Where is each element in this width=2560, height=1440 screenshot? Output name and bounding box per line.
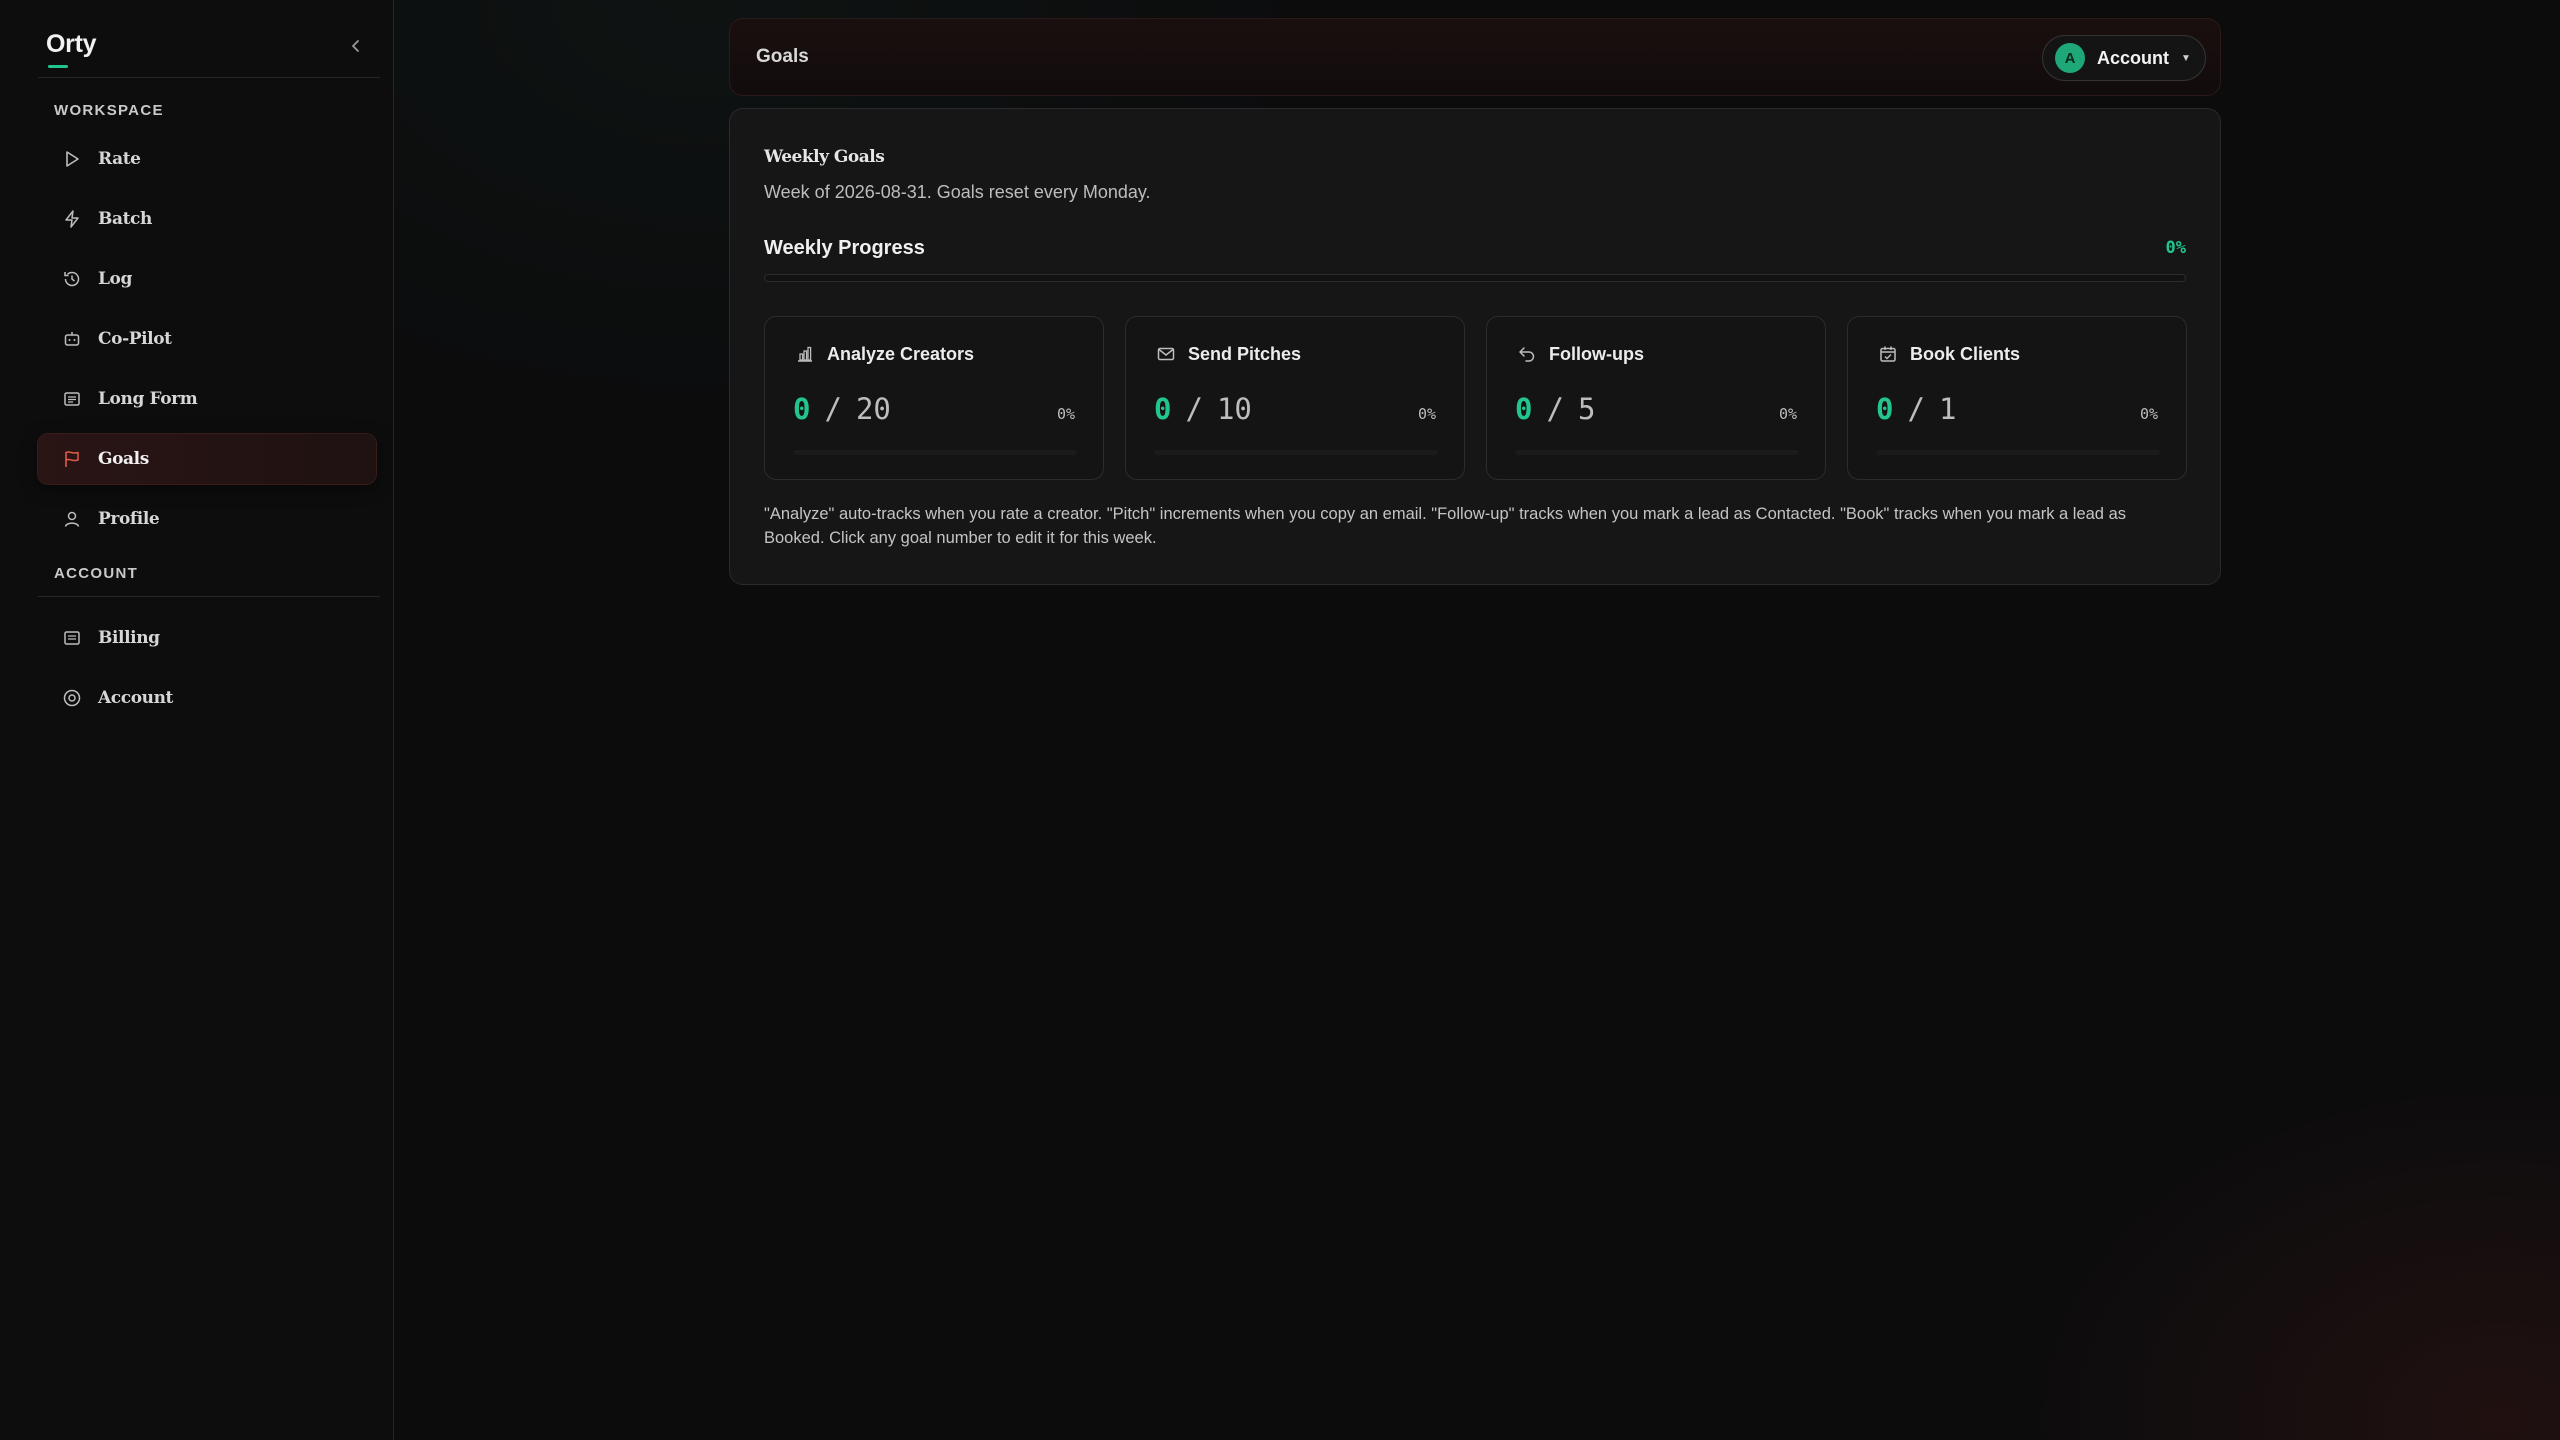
mail-icon xyxy=(1154,342,1178,366)
goal-target[interactable]: 5 xyxy=(1578,392,1595,426)
sidebar-item-label: Billing xyxy=(98,628,160,648)
goal-count: 0 / 10 xyxy=(1154,392,1252,426)
goal-current[interactable]: 0 xyxy=(1515,392,1532,426)
top-header: Goals A Account ▼ xyxy=(729,18,2221,96)
sidebar: Orty WORKSPACE Rate Batch Log Co-Pilot L… xyxy=(0,0,394,1440)
goal-progress-bar xyxy=(1154,450,1438,455)
sidebar-item-long-form[interactable]: Long Form xyxy=(38,374,376,424)
goal-progress-bar xyxy=(793,450,1077,455)
goal-card-send-pitches[interactable]: Send Pitches 0 / 10 0% xyxy=(1125,316,1465,480)
avatar: A xyxy=(2055,43,2085,73)
goal-header: Follow-ups xyxy=(1515,342,1644,366)
sidebar-item-label: Batch xyxy=(98,209,152,229)
goal-count: 0 / 1 xyxy=(1876,392,1956,426)
goal-card-analyze-creators[interactable]: Analyze Creators 0 / 20 0% xyxy=(764,316,1104,480)
weekly-progress-bar xyxy=(764,274,2186,282)
goal-percent: 0% xyxy=(1778,405,1797,423)
sidebar-item-label: Long Form xyxy=(98,389,198,409)
sidebar-divider xyxy=(38,596,380,597)
weekly-progress-percent: 0% xyxy=(2165,238,2186,258)
weekly-progress-title: Weekly Progress xyxy=(764,237,925,259)
goal-name: Analyze Creators xyxy=(827,343,975,364)
user-icon xyxy=(60,507,84,531)
goal-progress-bar xyxy=(1876,450,2160,455)
goal-header: Book Clients xyxy=(1876,342,2020,366)
sidebar-item-label: Profile xyxy=(98,509,160,529)
goal-card-book-clients[interactable]: Book Clients 0 / 1 0% xyxy=(1847,316,2187,480)
goals-help-text: "Analyze" auto-tracks when you rate a cr… xyxy=(764,505,2126,547)
goal-progress-bar xyxy=(1515,450,1799,455)
goal-current[interactable]: 0 xyxy=(1154,392,1171,426)
sidebar-item-label: Rate xyxy=(98,149,141,169)
sidebar-item-goals[interactable]: Goals xyxy=(38,434,376,484)
goal-current[interactable]: 0 xyxy=(1876,392,1893,426)
bar-chart-icon xyxy=(793,342,817,366)
goal-header: Send Pitches xyxy=(1154,342,1301,366)
sidebar-item-billing[interactable]: Billing xyxy=(38,613,376,663)
section-label-account: ACCOUNT xyxy=(54,565,139,582)
account-menu-button[interactable]: A Account ▼ xyxy=(2042,35,2206,81)
goal-percent: 0% xyxy=(1417,405,1436,423)
user-circle-icon xyxy=(60,686,84,710)
account-menu-label: Account xyxy=(2097,47,2169,68)
sidebar-item-log[interactable]: Log xyxy=(38,254,376,304)
weekly-goals-card: Weekly Goals Week of 2026-08-31. Goals r… xyxy=(729,108,2221,585)
sidebar-divider xyxy=(38,77,380,78)
goal-name: Book Clients xyxy=(1910,343,2021,364)
sidebar-item-batch[interactable]: Batch xyxy=(38,194,376,244)
bolt-icon xyxy=(60,207,84,231)
flag-icon xyxy=(60,447,84,471)
chevron-left-icon xyxy=(352,40,359,52)
document-icon xyxy=(60,387,84,411)
goal-name: Follow-ups xyxy=(1549,343,1644,364)
sidebar-item-co-pilot[interactable]: Co-Pilot xyxy=(38,314,376,364)
goal-separator: / xyxy=(824,392,842,426)
history-icon xyxy=(60,267,84,291)
goal-header: Analyze Creators xyxy=(793,342,974,366)
goal-target[interactable]: 1 xyxy=(1939,392,1956,426)
goal-percent: 0% xyxy=(1056,405,1075,423)
sidebar-item-label: Goals xyxy=(98,449,149,469)
brand-row: Orty xyxy=(38,28,378,76)
goal-separator: / xyxy=(1546,392,1564,426)
goal-current[interactable]: 0 xyxy=(793,392,810,426)
goal-card-follow-ups[interactable]: Follow-ups 0 / 5 0% xyxy=(1486,316,1826,480)
page-title: Goals xyxy=(756,46,809,67)
app-logo: Orty xyxy=(46,30,97,58)
sidebar-item-label: Co-Pilot xyxy=(98,329,172,349)
reply-icon xyxy=(1515,342,1539,366)
receipt-icon xyxy=(60,626,84,650)
sidebar-item-profile[interactable]: Profile xyxy=(38,494,376,544)
card-title: Weekly Goals xyxy=(764,147,885,167)
caret-down-icon: ▼ xyxy=(2181,52,2191,64)
play-icon xyxy=(60,147,84,171)
goal-target[interactable]: 20 xyxy=(856,392,891,426)
section-label-workspace: WORKSPACE xyxy=(54,102,164,119)
collapse-sidebar-button[interactable] xyxy=(342,32,370,60)
sidebar-item-label: Account xyxy=(98,688,174,708)
goal-count: 0 / 20 xyxy=(793,392,891,426)
bot-icon xyxy=(60,327,84,351)
goal-separator: / xyxy=(1185,392,1203,426)
goal-target[interactable]: 10 xyxy=(1217,392,1252,426)
goal-count: 0 / 5 xyxy=(1515,392,1595,426)
goal-name: Send Pitches xyxy=(1188,343,1302,364)
sidebar-item-label: Log xyxy=(98,269,132,289)
sidebar-item-rate[interactable]: Rate xyxy=(38,134,376,184)
calendar-check-icon xyxy=(1876,342,1900,366)
sidebar-item-account[interactable]: Account xyxy=(38,673,376,723)
app-root: Orty WORKSPACE Rate Batch Log Co-Pilot L… xyxy=(0,0,2560,1440)
goal-separator: / xyxy=(1907,392,1925,426)
card-subtitle: Week of 2026-08-31. Goals reset every Mo… xyxy=(764,182,1151,202)
logo-underline xyxy=(48,65,68,68)
goal-percent: 0% xyxy=(2139,405,2158,423)
